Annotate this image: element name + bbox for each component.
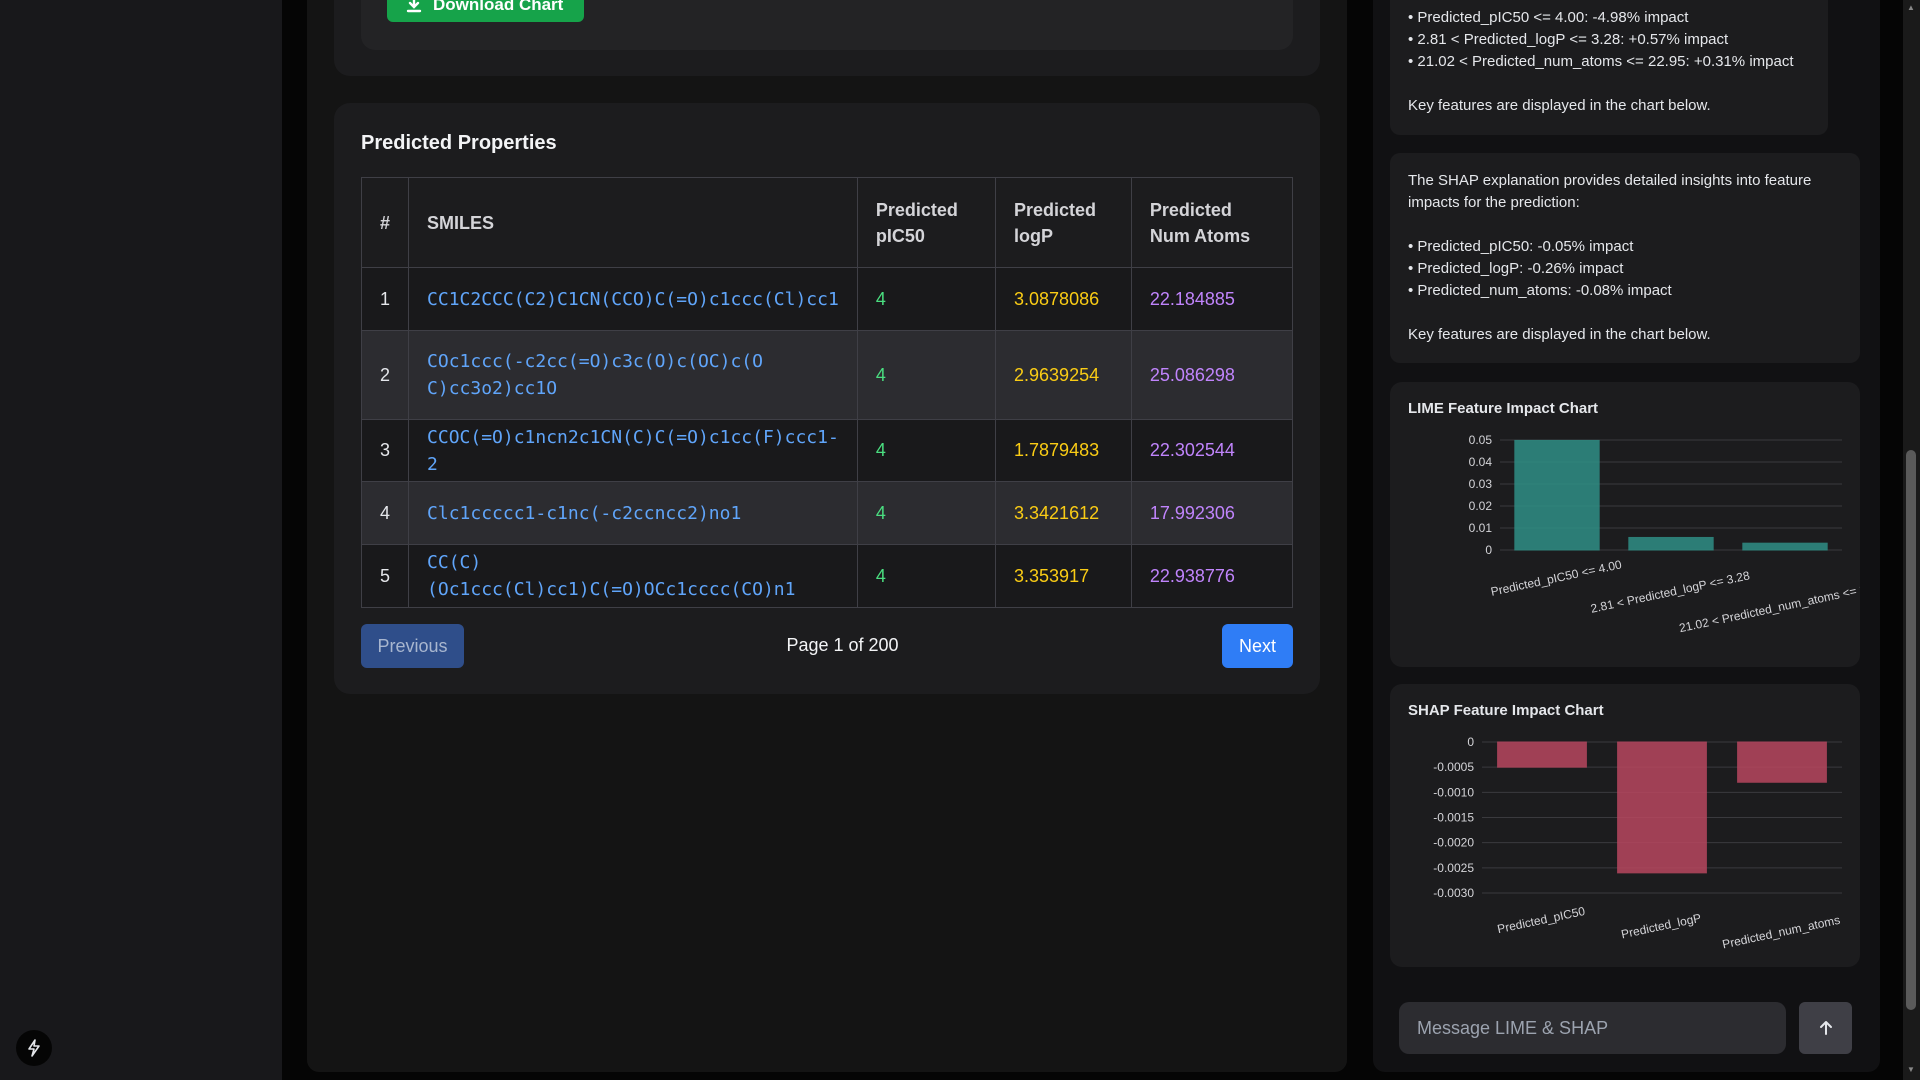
cell-num-atoms: 22.302544 [1130,419,1294,482]
cell-index: 4 [360,481,410,545]
scrollbar-thumb[interactable] [1906,450,1916,1010]
cell-logp: 2.9639254 [995,330,1132,420]
cell-pic50: 4 [856,267,997,331]
shap-x-tick-label: Predicted_num_atoms [1721,913,1841,952]
next-page-button[interactable]: Next [1222,624,1293,668]
lime-bar [1514,439,1600,551]
shap-x-tick-label: Predicted_logP [1620,911,1703,942]
message-input[interactable] [1399,1002,1786,1054]
send-button[interactable] [1799,1002,1852,1054]
cell-pic50: 4 [856,419,997,482]
lime-bar [1742,542,1828,551]
shap-y-tick-label: -0.0030 [1433,886,1474,900]
lime-y-tick-label: 0.05 [1469,433,1493,447]
lime-y-tick-label: 0 [1485,543,1492,557]
download-chart-label: Download Chart [433,0,564,14]
cell-logp: 3.0878086 [995,267,1132,331]
col-header-num-atoms: Predicted Num Atoms [1130,177,1294,268]
cell-index: 2 [360,330,410,420]
lime-footer: Key features are displayed in the chart … [1408,97,1711,114]
shap-y-tick-label: 0 [1467,735,1474,749]
shap-line: • Predicted_logP: -0.26% impact [1408,260,1624,277]
lime-y-tick-label: 0.01 [1469,521,1493,535]
shap-y-tick-label: -0.0020 [1433,836,1474,850]
cell-smiles: CC(C)(Oc1ccc(Cl)cc1)C(=O)OCc1cccc(CO)n1 [408,544,858,608]
cell-index: 5 [360,544,410,608]
lime-bar [1628,536,1714,551]
cell-index: 1 [360,267,410,331]
shap-x-tick-label: Predicted_pIC50 [1496,904,1587,936]
table-header-row: # SMILES Predicted pIC50 Predicted logP … [360,177,1294,268]
shap-bar [1737,741,1827,783]
cell-logp: 1.7879483 [995,419,1132,482]
bolt-icon[interactable] [16,1030,52,1066]
lime-line: • Predicted_pIC50 <= 4.00: -4.98% impact [1408,9,1689,26]
predicted-properties-table: # SMILES Predicted pIC50 Predicted logP … [360,177,1294,608]
lime-message-bubble: • Predicted_pIC50 <= 4.00: -4.98% impact… [1390,0,1828,135]
table-row: 5 CC(C)(Oc1ccc(Cl)cc1)C(=O)OCc1cccc(CO)n… [360,544,1294,608]
cell-smiles: Clc1ccccc1-c1nc(-c2ccncc2)no1 [408,481,858,545]
col-header-pic50: Predicted pIC50 [856,177,997,268]
download-chart-button[interactable]: Download Chart [387,0,584,22]
cell-num-atoms: 17.992306 [1130,481,1294,545]
lime-line: • 2.81 < Predicted_logP <= 3.28: +0.57% … [1408,31,1729,48]
scroll-down-arrow[interactable]: ▼ [1906,1065,1916,1075]
col-header-logp: Predicted logP [995,177,1132,268]
lime-x-tick-label: Predicted_pIC50 <= 4.00 [1489,557,1623,599]
cell-index: 3 [360,419,410,482]
sidebar [0,0,282,1080]
cell-num-atoms: 25.086298 [1130,330,1294,420]
shap-line: • Predicted_pIC50: -0.05% impact [1408,238,1634,255]
shap-y-tick-label: -0.0025 [1433,861,1474,875]
cell-pic50: 4 [856,481,997,545]
lime-chart-panel: LIME Feature Impact Chart 0.05 0.04 0.03 0.… [1390,382,1860,667]
cell-num-atoms: 22.184885 [1130,267,1294,331]
shap-y-tick-label: -0.0015 [1433,811,1474,825]
lime-line: • 21.02 < Predicted_num_atoms <= 22.95: … [1408,53,1794,70]
col-header-index: # [360,177,410,268]
shap-intro: The SHAP explanation provides detailed i… [1408,172,1812,211]
table-row: 1 CC1C2CCC(C2)C1CN(CCO)C(=O)c1ccc(Cl)cc1… [360,267,1294,331]
cell-smiles: CCOC(=O)c1ncn2c1CN(C)C(=O)c1cc(F)ccc1-2 [408,419,858,482]
shap-bar [1617,741,1707,874]
download-icon [406,0,422,13]
shap-bar [1497,741,1587,768]
shap-y-tick-label: -0.0010 [1433,785,1474,799]
lime-y-tick-label: 0.04 [1469,455,1493,469]
shap-line: • Predicted_num_atoms: -0.08% impact [1408,282,1672,299]
cell-logp: 3.353917 [995,544,1132,608]
table-row: 3 CCOC(=O)c1ncn2c1CN(C)C(=O)c1cc(F)ccc1-… [360,419,1294,482]
cell-pic50: 4 [856,330,997,420]
shap-footer: Key features are displayed in the chart … [1408,326,1711,343]
previous-page-button[interactable]: Previous [361,624,464,668]
shap-message-bubble: The SHAP explanation provides detailed i… [1390,153,1860,363]
shap-chart-panel: SHAP Feature Impact Chart 0 -0.0005 -0.001… [1390,684,1860,967]
cell-num-atoms: 22.938776 [1130,544,1294,608]
shap-chart: 0 -0.0005 -0.0010 -0.0015 -0.0020 -0.0025 -0.0… [1433,735,1842,952]
table-row: 2 COc1ccc(-c2cc(=O)c3c(O)c(OC)c(OC)cc3o2… [360,330,1294,420]
col-header-smiles: SMILES [408,177,858,268]
cell-smiles: COc1ccc(-c2cc(=O)c3c(O)c(OC)c(OC)cc3o2)c… [408,330,858,420]
lime-y-tick-label: 0.03 [1469,477,1493,491]
scroll-up-arrow[interactable]: ▲ [1906,3,1916,13]
lime-chart: 0.05 0.04 0.03 0.02 0.01 0Predicted_pIC50 <= … [1469,433,1860,635]
cell-pic50: 4 [856,544,997,608]
cell-logp: 3.3421612 [995,481,1132,545]
shap-y-tick-label: -0.0005 [1433,760,1474,774]
table-row: 4 Clc1ccccc1-c1nc(-c2ccncc2)no1 4 3.3421… [360,481,1294,545]
page-indicator: Page 1 of 200 [786,635,899,655]
arrow-up-icon [1819,1021,1832,1035]
lime-y-tick-label: 0.02 [1469,499,1493,513]
lime-x-tick-label: 2.81 < Predicted_logP <= 3.28 [1589,568,1751,615]
predicted-properties-title: Predicted Properties [361,132,557,154]
cell-smiles: CC1C2CCC(C2)C1CN(CCO)C(=O)c1ccc(Cl)cc1 [408,267,858,331]
